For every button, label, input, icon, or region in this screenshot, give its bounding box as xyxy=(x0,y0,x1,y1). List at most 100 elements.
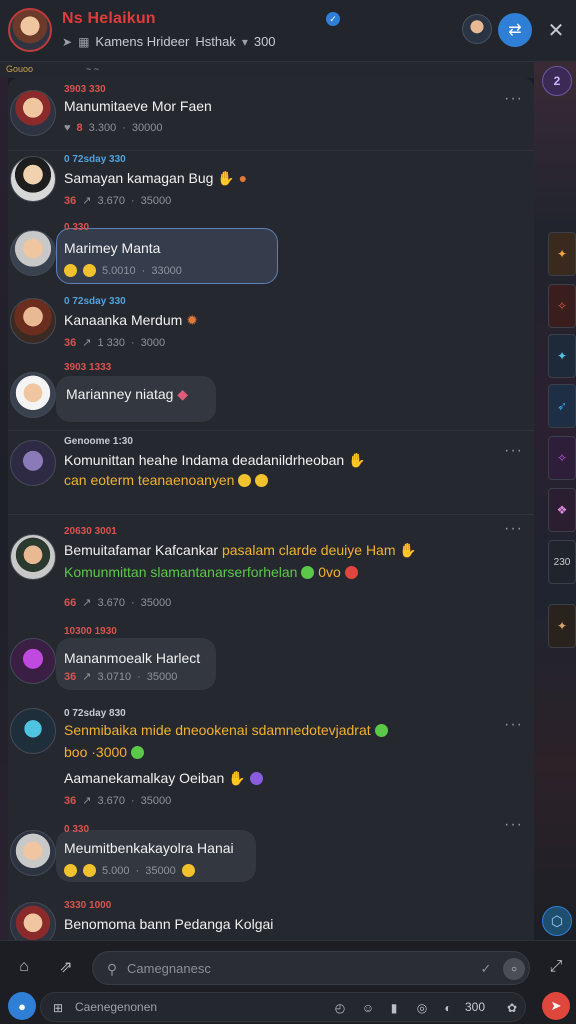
grin-emoji-icon[interactable] xyxy=(181,864,195,877)
more-options-icon[interactable]: ··· xyxy=(504,816,523,834)
mode-toggle[interactable]: ○ xyxy=(503,958,525,980)
message-avatar[interactable] xyxy=(10,440,56,486)
check-icon[interactable]: ✓ xyxy=(475,958,497,980)
laugh-emoji-icon[interactable] xyxy=(83,864,96,877)
level-badge[interactable]: 2 xyxy=(542,66,572,96)
message-text: Meumitbenkakayolra Hanai xyxy=(64,840,234,856)
profile-fab[interactable]: ● xyxy=(8,992,36,1020)
share-icon[interactable]: ↗ xyxy=(82,670,91,683)
message-avatar[interactable] xyxy=(10,230,56,276)
green-emoji-icon xyxy=(130,746,144,759)
message-item[interactable]: 0 72sday 330 Kanaanka Merdum ✹ 36 ↗ 1 33… xyxy=(8,292,534,362)
message-avatar[interactable] xyxy=(10,902,56,940)
message-item[interactable]: 0 72sday 830 Senmibaika mide dneookenai … xyxy=(8,704,534,816)
hex-icon[interactable]: ⬡ xyxy=(542,906,572,936)
message-text-body: Kanaanka Merdum xyxy=(64,312,183,328)
message-avatar[interactable] xyxy=(10,638,56,684)
close-icon[interactable]: ✕ xyxy=(544,18,568,42)
share-icon[interactable]: ↗ xyxy=(82,794,91,807)
send-button[interactable]: ➤ xyxy=(542,992,570,1020)
message-input[interactable]: ⚲ Camegnanesc ✓ ○ xyxy=(92,951,530,985)
message-text-body: Komunittan heahe Indama deadanildrheoban xyxy=(64,452,345,468)
stat-views: 3.670 xyxy=(97,596,125,609)
channel-avatar[interactable] xyxy=(8,8,52,52)
message-item[interactable]: Genoome 1:30 Komunittan heahe Indama dea… xyxy=(8,434,534,514)
swap-button[interactable]: ⇄ xyxy=(498,13,532,47)
gift-icon[interactable]: ✿ xyxy=(501,997,523,1019)
expand-icon[interactable]: ⤢ xyxy=(542,953,570,981)
message-avatar[interactable] xyxy=(10,298,56,344)
gem-icon: ◆ xyxy=(177,386,189,402)
emoji-icon[interactable]: ☺ xyxy=(357,997,379,1019)
stat-views: 5.000 xyxy=(102,864,130,877)
message-avatar[interactable] xyxy=(10,830,56,876)
stat-total: 35000 xyxy=(145,864,176,877)
message-text-line2: boo ·3000 xyxy=(64,744,144,760)
smile-emoji-icon[interactable] xyxy=(64,864,77,877)
message-stats: ♥ 8 3.300 · 30000 xyxy=(64,122,162,134)
sticker-icon[interactable]: ◐ xyxy=(437,997,459,1019)
message-item[interactable]: 10300 1930 Mananmoealk Harlect 36 ↗ 3.07… xyxy=(8,624,534,694)
hero-tile-1[interactable]: ✦ xyxy=(548,232,576,276)
camera-icon[interactable]: ◎ xyxy=(411,997,433,1019)
share-icon[interactable]: ⇗ xyxy=(52,953,80,981)
grid-icon[interactable]: ⊞ xyxy=(47,997,69,1019)
more-options-icon[interactable]: ··· xyxy=(504,442,523,460)
clock-icon[interactable]: ◴ xyxy=(329,997,351,1019)
message-item-selected[interactable]: 0 330 Marimey Manta 5.0010 · 33000 xyxy=(8,220,534,290)
message-item[interactable]: 0 72sday 330 Samayan kamagan Bug ✋ ● 36 … xyxy=(8,152,534,222)
share-icon[interactable]: ↗ xyxy=(82,336,91,349)
message-item[interactable]: 20630 3001 Bemuitafamar Kafcankar pasala… xyxy=(8,520,534,620)
message-list[interactable]: 3903 330 Manumitaeve Mor Faen ♥ 8 3.300 … xyxy=(8,78,534,940)
message-stats: 36 ↗ 3.670 · 35000 xyxy=(64,194,171,208)
message-meta: 0 72sday 330 xyxy=(64,154,126,165)
message-avatar[interactable] xyxy=(10,372,56,418)
hero-tile-7[interactable]: 230 xyxy=(548,540,576,584)
message-meta: 20630 3001 xyxy=(64,526,117,537)
share-icon[interactable]: ↗ xyxy=(82,596,91,609)
more-options-icon[interactable]: ··· xyxy=(504,90,523,108)
message-avatar[interactable] xyxy=(10,708,56,754)
channel-subtitle: ➤ ▦ Kamens Hrideer Hsthak ▾ 300 xyxy=(62,34,276,49)
secondary-placeholder: Caenegenonen xyxy=(75,1000,158,1014)
stat-separator: · xyxy=(131,194,135,207)
message-item[interactable]: 3330 1000 Benomoma bann Pedanga Kolgai xyxy=(8,898,534,940)
share-icon[interactable]: ↗ xyxy=(82,194,91,207)
message-text-tail: pasalam clarde deuiye Ham xyxy=(221,542,396,558)
stat-separator: · xyxy=(131,596,135,609)
stat-total: 3000 xyxy=(140,336,166,349)
heart-icon[interactable]: ♥ xyxy=(64,122,71,134)
hero-tile-8[interactable]: ✦ xyxy=(548,604,576,648)
message-avatar[interactable] xyxy=(10,534,56,580)
hero-tile-5[interactable]: ✧ xyxy=(548,436,576,480)
stat-total: 35000 xyxy=(146,670,178,683)
reaction-badge[interactable]: 8 xyxy=(77,122,83,134)
secondary-input[interactable]: ⊞ Caenegenonen ◴ ☺ ▮ ◎ ◐ 300 ✿ xyxy=(40,992,526,1022)
message-item[interactable]: 3903 330 Manumitaeve Mor Faen ♥ 8 3.300 … xyxy=(8,82,534,150)
message-avatar[interactable] xyxy=(10,156,56,202)
message-text: Komunittan heahe Indama deadanildrheoban… xyxy=(64,452,366,469)
home-icon[interactable]: ⌂ xyxy=(10,953,38,981)
message-item[interactable]: 0 330 Meumitbenkakayolra Hanai 5.000 · 3… xyxy=(8,816,534,892)
smile-emoji-icon[interactable] xyxy=(64,264,77,277)
message-item[interactable]: 3903 1333 Marianney niatag ◆ xyxy=(8,360,534,430)
hero-tile-6[interactable]: ❖ xyxy=(548,488,576,532)
hero-tile-3[interactable]: ✦ xyxy=(548,334,576,378)
message-avatar[interactable] xyxy=(10,90,56,136)
message-stats: 36 ↗ 3.0710 · 35000 xyxy=(64,670,178,684)
stat-separator: · xyxy=(131,336,135,349)
more-options-icon[interactable]: ··· xyxy=(504,520,523,538)
mic-icon[interactable]: ▮ xyxy=(383,997,405,1019)
stat-count: 36 xyxy=(64,794,77,807)
laugh-emoji-icon[interactable] xyxy=(83,264,96,277)
message-text: Mananmoealk Harlect xyxy=(64,650,201,666)
hand-icon: ✋ xyxy=(348,452,366,468)
user-avatar[interactable] xyxy=(462,14,492,44)
hero-tile-2[interactable]: ✧ xyxy=(548,284,576,328)
attach-icon[interactable]: ⚲ xyxy=(101,958,123,980)
more-options-icon[interactable]: ··· xyxy=(504,716,523,734)
hero-tile-4[interactable]: ➶ xyxy=(548,384,576,428)
chevron-down-icon[interactable]: ▾ xyxy=(242,35,248,49)
emoji-icon: ● xyxy=(238,170,248,186)
verified-icon: ✓ xyxy=(326,12,340,26)
